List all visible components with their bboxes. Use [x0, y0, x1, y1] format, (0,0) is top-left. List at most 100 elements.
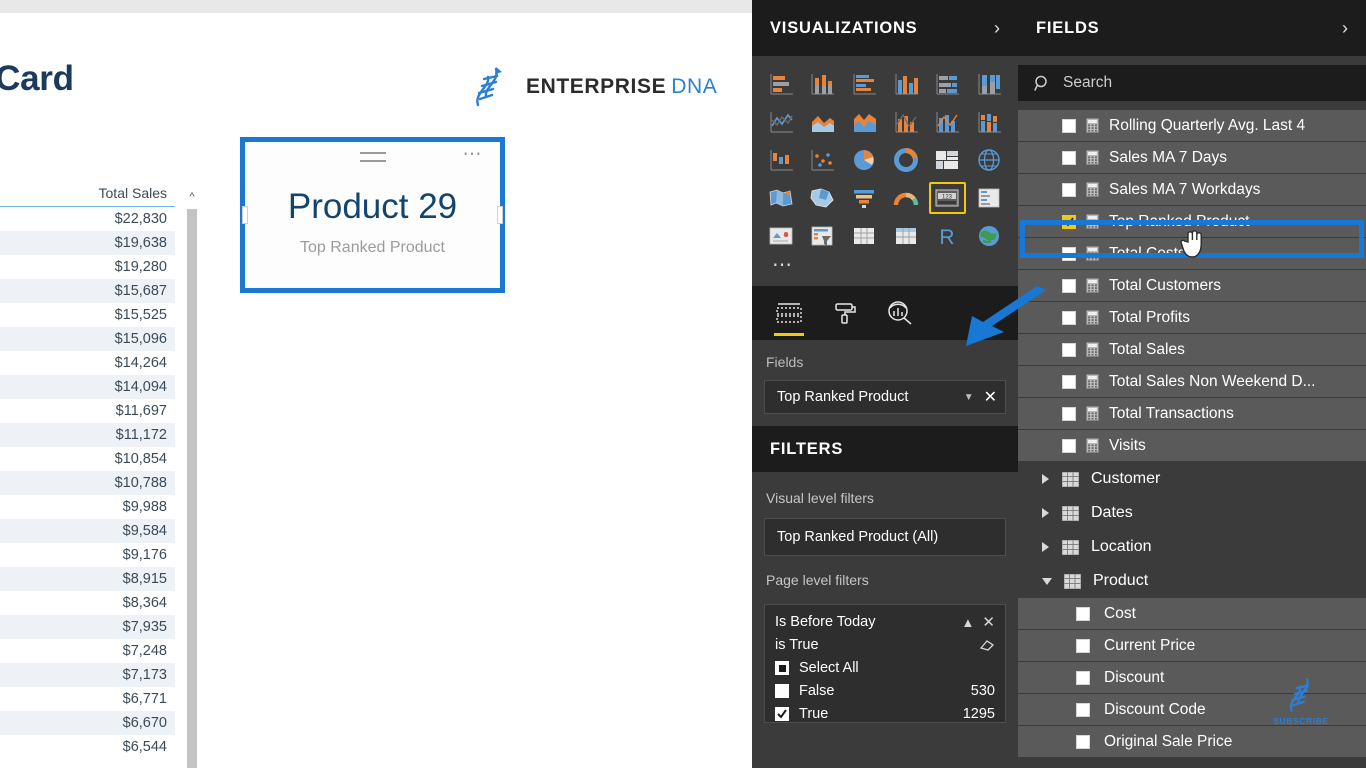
- more-options-ellipsis-icon[interactable]: ⋯: [1336, 213, 1354, 229]
- field-item-measure[interactable]: Total Customers: [1018, 270, 1366, 301]
- filter-list-item[interactable]: False 530: [775, 683, 995, 699]
- analytics-tab[interactable]: [886, 286, 914, 340]
- total-sales-row[interactable]: $7,173: [0, 663, 175, 687]
- fields-tab[interactable]: [774, 286, 804, 340]
- close-x-icon[interactable]: ✕: [980, 387, 997, 407]
- chevron-right-icon[interactable]: [1042, 542, 1050, 552]
- card-visual-container[interactable]: ⋯ Product 29 Top Ranked Product: [240, 137, 505, 293]
- chevron-right-icon[interactable]: [1042, 474, 1050, 484]
- field-item-measure[interactable]: Rolling Quarterly Avg. Last 4: [1018, 110, 1366, 141]
- field-item-measure[interactable]: Sales MA 7 Days: [1018, 142, 1366, 173]
- tables-list[interactable]: Customer Dates Location Product Cost Current …: [1018, 462, 1366, 757]
- field-checkbox[interactable]: [1076, 734, 1090, 749]
- field-item-measure[interactable]: Total Sales: [1018, 334, 1366, 365]
- field-checkbox[interactable]: [1062, 150, 1076, 165]
- field-checkbox[interactable]: [1062, 342, 1076, 357]
- filled-map-visual-button[interactable]: [762, 182, 800, 214]
- total-sales-row[interactable]: $14,264: [0, 351, 175, 375]
- total-sales-row[interactable]: $10,788: [0, 471, 175, 495]
- total-sales-row[interactable]: $6,670: [0, 711, 175, 735]
- field-checkbox[interactable]: [1076, 670, 1090, 685]
- field-checkbox[interactable]: [1062, 406, 1076, 421]
- total-sales-row[interactable]: $19,638: [0, 231, 175, 255]
- multi-row-card-visual-button[interactable]: [970, 182, 1008, 214]
- filter-checkbox-unchecked[interactable]: [775, 684, 789, 698]
- field-checkbox[interactable]: [1062, 310, 1076, 325]
- line-clustered-column-chart-button[interactable]: [929, 106, 967, 138]
- arcgis-map-visual-button[interactable]: [970, 220, 1008, 252]
- total-sales-row[interactable]: $9,176: [0, 543, 175, 567]
- slicer-visual-button[interactable]: [804, 220, 842, 252]
- gauge-chart-button[interactable]: [887, 182, 925, 214]
- field-checkbox[interactable]: [1076, 702, 1090, 717]
- total-sales-row[interactable]: $8,364: [0, 591, 175, 615]
- field-table-row[interactable]: Dates: [1018, 496, 1366, 530]
- filter-checkbox-checked[interactable]: [775, 707, 789, 721]
- field-item-column[interactable]: Original Sale Price: [1018, 726, 1366, 757]
- total-sales-row[interactable]: $15,687: [0, 279, 175, 303]
- format-tab[interactable]: [832, 286, 858, 340]
- card-visual[interactable]: ⋯ Product 29 Top Ranked Product: [245, 142, 500, 288]
- clustered-column-chart-button[interactable]: [887, 68, 925, 100]
- more-options-ellipsis-icon[interactable]: ⋯: [463, 145, 485, 164]
- field-item-measure[interactable]: Visits: [1018, 430, 1366, 461]
- chevron-down-icon[interactable]: [1042, 577, 1052, 585]
- resize-handle-left[interactable]: [242, 206, 248, 224]
- field-checkbox[interactable]: [1062, 118, 1076, 133]
- measures-list[interactable]: Rolling Quarterly Avg. Last 4 Sales MA 7 …: [1018, 110, 1366, 461]
- field-table-row[interactable]: Location: [1018, 530, 1366, 564]
- field-item-measure[interactable]: Total Transactions: [1018, 398, 1366, 429]
- close-x-icon[interactable]: ✕: [982, 613, 995, 631]
- shape-map-visual-button[interactable]: [804, 182, 842, 214]
- matrix-visual-button[interactable]: [887, 220, 925, 252]
- line-chart-button[interactable]: [762, 106, 800, 138]
- total-sales-row[interactable]: $7,935: [0, 615, 175, 639]
- field-checkbox[interactable]: [1062, 278, 1076, 293]
- total-sales-row[interactable]: $8,915: [0, 567, 175, 591]
- field-checkbox[interactable]: [1062, 182, 1076, 197]
- focus-mode-icon[interactable]: [359, 152, 386, 162]
- field-item-measure[interactable]: Sales MA 7 Workdays: [1018, 174, 1366, 205]
- canvas-scrollbar[interactable]: ^: [186, 191, 198, 768]
- field-item-column[interactable]: Cost: [1018, 598, 1366, 629]
- field-item-column[interactable]: Discount Code: [1018, 694, 1366, 725]
- chevron-up-icon[interactable]: ^: [186, 191, 198, 205]
- field-checkbox[interactable]: [1062, 374, 1076, 389]
- total-sales-row[interactable]: $15,525: [0, 303, 175, 327]
- total-sales-row[interactable]: $15,096: [0, 327, 175, 351]
- fields-well-chip[interactable]: Top Ranked Product ▼ ✕: [764, 380, 1006, 414]
- chevron-right-icon[interactable]: ›: [994, 18, 1000, 39]
- field-item-measure[interactable]: Total Sales Non Weekend D...: [1018, 366, 1366, 397]
- total-sales-row[interactable]: $6,544: [0, 735, 175, 759]
- total-sales-row[interactable]: $14,094: [0, 375, 175, 399]
- 100-percent-stacked-column-chart-button[interactable]: [970, 68, 1008, 100]
- table-visual-button[interactable]: [845, 220, 883, 252]
- kpi-visual-button[interactable]: [762, 220, 800, 252]
- donut-chart-button[interactable]: [887, 144, 925, 176]
- scatter-chart-button[interactable]: [804, 144, 842, 176]
- field-table-row[interactable]: Customer: [1018, 462, 1366, 496]
- field-checkbox[interactable]: [1076, 638, 1090, 653]
- stacked-bar-chart-button[interactable]: [762, 68, 800, 100]
- total-sales-row[interactable]: $6,771: [0, 687, 175, 711]
- field-item-measure[interactable]: Total Profits: [1018, 302, 1366, 333]
- chevron-up-icon[interactable]: ▲: [962, 615, 975, 630]
- visual-level-filter-chip[interactable]: Top Ranked Product (All): [764, 518, 1006, 556]
- stacked-column-chart-button[interactable]: [804, 68, 842, 100]
- total-sales-row[interactable]: $10,854: [0, 447, 175, 471]
- ribbon-chart-button[interactable]: [970, 106, 1008, 138]
- total-sales-row[interactable]: $11,172: [0, 423, 175, 447]
- field-table-row[interactable]: Product: [1018, 564, 1366, 598]
- area-chart-button[interactable]: [804, 106, 842, 138]
- visual-gallery[interactable]: 123 R: [762, 68, 1008, 252]
- field-item-column[interactable]: Discount: [1018, 662, 1366, 693]
- page-level-filter-card[interactable]: Is Before Today ▲ ✕ is True Select All Fa…: [764, 604, 1006, 723]
- funnel-chart-button[interactable]: [845, 182, 883, 214]
- waterfall-chart-button[interactable]: [762, 144, 800, 176]
- total-sales-row[interactable]: $19,280: [0, 255, 175, 279]
- filter-list-item[interactable]: Select All: [775, 660, 995, 676]
- field-checkbox[interactable]: [1062, 438, 1076, 453]
- chevron-down-icon[interactable]: ▼: [964, 392, 974, 403]
- chevron-right-icon[interactable]: ›: [1342, 18, 1348, 39]
- total-sales-row[interactable]: $22,830: [0, 207, 175, 231]
